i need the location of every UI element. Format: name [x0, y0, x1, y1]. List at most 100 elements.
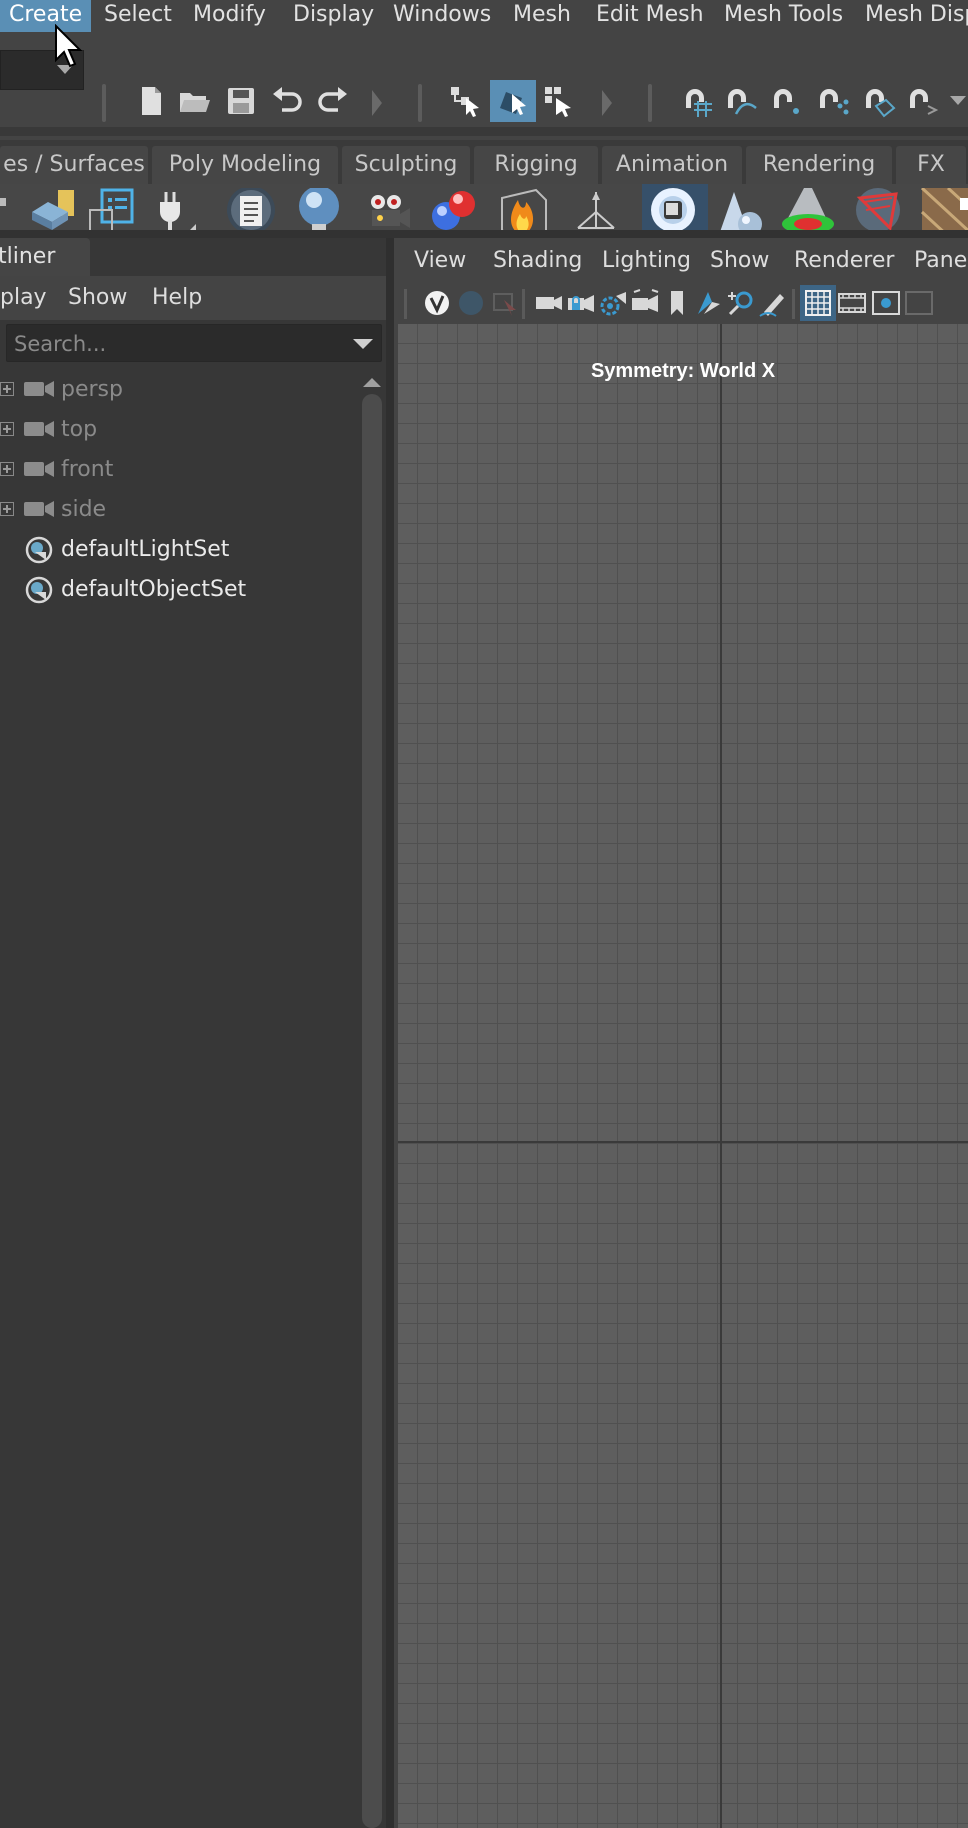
fire-effect-icon[interactable]	[496, 188, 550, 230]
outliner-item-side[interactable]: side	[0, 490, 360, 530]
redo-icon[interactable]	[316, 84, 350, 118]
spotlight-heatmap-icon[interactable]	[780, 188, 834, 230]
render-sphere-icon[interactable]	[456, 288, 486, 318]
outliner-item-label: top	[61, 417, 98, 442]
outliner-item-front[interactable]: front	[0, 450, 360, 490]
outliner-menu-show[interactable]: Show	[68, 276, 127, 320]
expand-icon[interactable]	[0, 502, 14, 516]
tab-poly-modeling[interactable]: Poly Modeling	[152, 146, 338, 184]
viewport-menu-panels[interactable]: Panels	[914, 238, 968, 284]
movie-camera-icon[interactable]	[362, 188, 416, 230]
script-editor-icon[interactable]	[224, 188, 278, 230]
select-by-component-icon[interactable]	[542, 84, 576, 118]
outliner-item-persp[interactable]: persp	[0, 370, 360, 410]
snap-to-view-plane-icon[interactable]	[816, 84, 850, 118]
new-scene-icon[interactable]	[134, 84, 168, 118]
panel-divider[interactable]	[0, 230, 968, 238]
viewport-grid[interactable]: Symmetry: World X	[398, 324, 968, 1828]
material-spheres-icon[interactable]	[428, 188, 482, 230]
vray-icon[interactable]	[422, 288, 452, 318]
tab-curves-surfaces[interactable]: es / Surfaces	[0, 146, 148, 184]
toolbar-separator	[792, 289, 795, 319]
outliner-item-defaultlightset[interactable]: defaultLightSet	[0, 530, 360, 570]
expand-icon[interactable]	[0, 382, 14, 396]
undo-icon[interactable]	[270, 84, 304, 118]
select-by-object-icon[interactable]	[496, 84, 530, 118]
texture-render-icon[interactable]	[920, 188, 968, 230]
pan-zoom-icon[interactable]	[726, 288, 756, 318]
outliner-tab-label: tliner	[0, 244, 56, 269]
collapse-arrow-icon[interactable]	[372, 90, 382, 116]
make-live-icon[interactable]	[862, 84, 896, 118]
tab-rendering[interactable]: Rendering	[746, 146, 892, 184]
tab-sculpting[interactable]: Sculpting	[342, 146, 470, 184]
search-input[interactable]	[12, 325, 336, 363]
snap-to-point-icon[interactable]	[770, 84, 804, 118]
panel-splitter[interactable]	[386, 238, 394, 1828]
set-icon	[25, 536, 53, 564]
bookmark-icon[interactable]	[662, 288, 692, 318]
cone-sphere-icon[interactable]	[714, 188, 768, 230]
viewport-menu-lighting[interactable]: Lighting	[602, 238, 691, 284]
chevron-down-icon[interactable]	[950, 96, 966, 105]
image-plane-icon[interactable]	[630, 288, 660, 318]
light-sphere-icon[interactable]	[646, 188, 700, 230]
main-menu-bar: Create Select Modify Display Windows Mes…	[0, 0, 968, 32]
menu-select[interactable]: Select	[95, 0, 181, 32]
menu-mesh[interactable]: Mesh	[504, 0, 580, 32]
outliner-scrollbar[interactable]	[360, 378, 384, 1828]
toolbar-separator	[404, 289, 407, 319]
collapse-arrow-icon[interactable]	[602, 90, 612, 116]
2d-pan-zoom-icon[interactable]	[694, 288, 724, 318]
grid-icon[interactable]	[803, 288, 833, 318]
menu-edit-mesh[interactable]: Edit Mesh	[587, 0, 713, 32]
menu-mesh-display[interactable]: Mesh Disp	[856, 0, 968, 32]
symmetry-overlay-label: Symmetry: World X	[590, 360, 776, 382]
tab-animation[interactable]: Animation	[602, 146, 742, 184]
select-camera-icon[interactable]	[490, 288, 520, 318]
camera-attributes-icon[interactable]	[534, 288, 564, 318]
viewport-menu-view[interactable]: View	[414, 238, 466, 284]
outliner-panel: tliner play Show Help persp top front si…	[0, 238, 386, 1828]
menu-modify[interactable]: Modify	[184, 0, 275, 32]
plugin-manager-icon[interactable]	[152, 188, 206, 230]
expand-icon[interactable]	[0, 462, 14, 476]
select-by-hierarchy-icon[interactable]	[448, 84, 482, 118]
grease-pencil-icon[interactable]	[758, 288, 788, 318]
outliner-menu-help[interactable]: Help	[152, 276, 202, 320]
vector-field-icon[interactable]	[570, 188, 624, 230]
save-scene-icon[interactable]	[224, 84, 258, 118]
viewport-menu-shading[interactable]: Shading	[493, 238, 582, 284]
scrollbar-thumb[interactable]	[362, 394, 382, 1828]
snap-together-icon[interactable]	[906, 84, 940, 118]
camera-settings-icon[interactable]	[598, 288, 628, 318]
viewport-menu-show[interactable]: Show	[710, 238, 769, 284]
outliner-menu-display[interactable]: play	[0, 276, 47, 320]
resolution-gate-icon[interactable]	[871, 288, 901, 318]
layered-planes-icon[interactable]	[28, 188, 82, 230]
scroll-up-arrow-icon[interactable]	[363, 378, 381, 387]
hypershade-icon[interactable]	[292, 188, 346, 230]
viewport-menu-bar: View Shading Lighting Show Renderer Pane…	[394, 238, 968, 284]
tab-rigging[interactable]: Rigging	[474, 146, 598, 184]
outliner-item-top[interactable]: top	[0, 410, 360, 450]
snap-to-curve-icon[interactable]	[724, 84, 758, 118]
arnold-render-icon[interactable]	[852, 188, 906, 230]
menu-mesh-tools[interactable]: Mesh Tools	[715, 0, 852, 32]
menu-windows[interactable]: Windows	[384, 0, 500, 32]
gate-mask-icon[interactable]	[904, 288, 934, 318]
viewport-toolbar	[394, 284, 968, 324]
outliner-tab[interactable]: tliner	[0, 238, 90, 276]
menu-display[interactable]: Display	[284, 0, 383, 32]
chevron-down-icon[interactable]	[353, 339, 373, 349]
outliner-item-defaultobjectset[interactable]: defaultObjectSet	[0, 570, 360, 610]
film-gate-icon[interactable]	[837, 288, 867, 318]
outliner-icon[interactable]	[84, 188, 138, 230]
viewport-menu-renderer[interactable]: Renderer	[794, 238, 894, 284]
outliner-item-label: defaultObjectSet	[61, 577, 247, 602]
snap-to-grid-icon[interactable]	[680, 84, 714, 118]
tab-fx[interactable]: FX	[896, 146, 966, 184]
open-scene-icon[interactable]	[178, 84, 212, 118]
expand-icon[interactable]	[0, 422, 14, 436]
lock-camera-icon[interactable]	[566, 288, 596, 318]
